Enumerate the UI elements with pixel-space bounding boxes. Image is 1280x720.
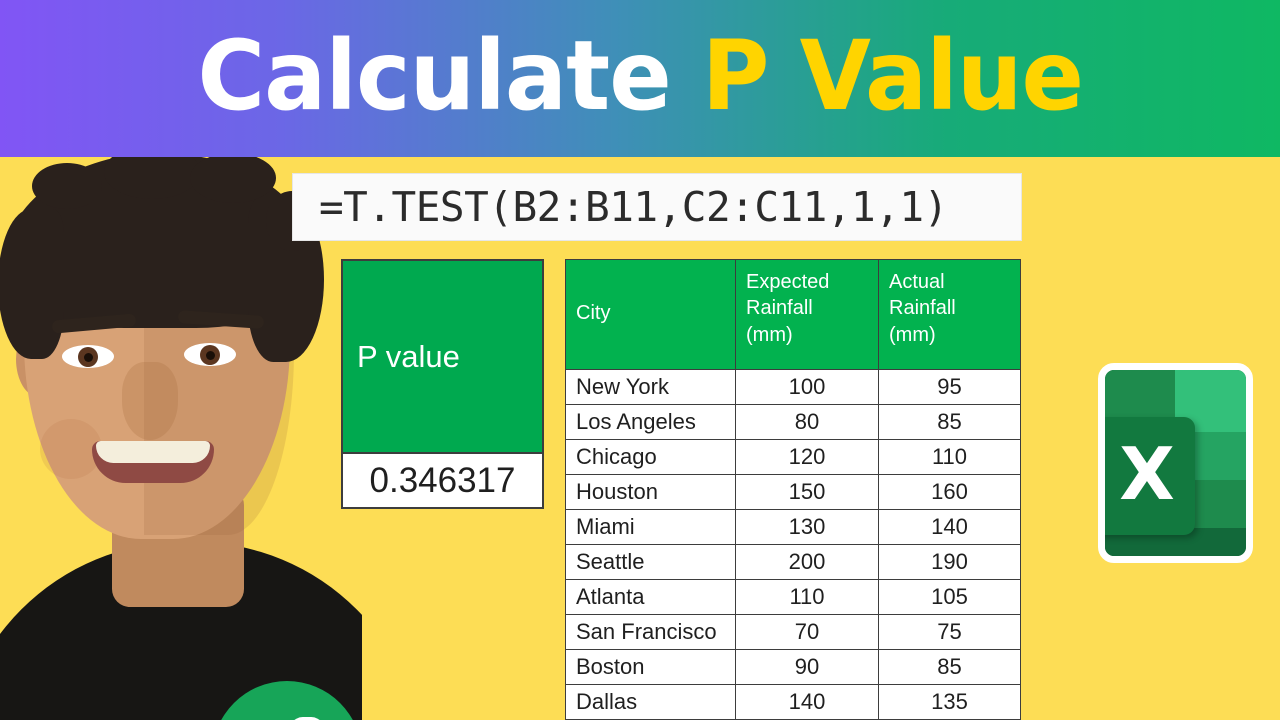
cell-expected[interactable]: 110 <box>735 579 879 615</box>
cell-expected[interactable]: 70 <box>735 614 879 650</box>
excel-x-letter: X <box>1119 432 1175 516</box>
p-value-card: P value 0.346317 <box>341 259 544 509</box>
cell-expected[interactable]: 130 <box>735 509 879 545</box>
column-header-actual-line-3: (mm) <box>889 323 936 346</box>
thumbnail-canvas: Calculate P Value =T.TEST(B2:B11,C2:C11,… <box>0 0 1280 720</box>
presenter-eye-left <box>62 345 114 368</box>
header-banner: Calculate P Value <box>0 0 1280 157</box>
cell-actual[interactable]: 105 <box>878 579 1021 615</box>
presenter-photo <box>0 157 362 720</box>
p-value-result: 0.346317 <box>369 460 516 500</box>
table-row[interactable]: Boston 90 85 <box>565 649 1021 685</box>
cell-expected[interactable]: 140 <box>735 684 879 720</box>
column-header-city-line-1: City <box>576 302 611 325</box>
cell-actual[interactable]: 75 <box>878 614 1021 650</box>
presenter-pupil <box>206 351 215 360</box>
excel-logo-frame: X <box>1098 363 1253 563</box>
presenter-mouth <box>92 441 214 483</box>
cell-expected[interactable]: 80 <box>735 404 879 440</box>
presenter-iris <box>78 347 98 367</box>
excel-x-tile: X <box>1105 417 1195 535</box>
rainfall-table: City Expected Rainfall (mm) Actual Rainf… <box>565 259 1021 720</box>
presenter-hair-left <box>0 209 64 359</box>
cell-city[interactable]: Dallas <box>565 684 736 720</box>
formula-input[interactable]: =T.TEST(B2:B11,C2:C11,1,1) <box>319 183 948 231</box>
presenter-hair-tuft <box>32 163 102 209</box>
table-row[interactable]: Los Angeles 80 85 <box>565 404 1021 440</box>
column-header-city[interactable]: City <box>565 259 736 370</box>
cell-city[interactable]: Atlanta <box>565 579 736 615</box>
p-value-label: P value <box>357 338 460 374</box>
page-title-main: Calculate <box>197 19 671 132</box>
table-row[interactable]: New York 100 95 <box>565 369 1021 405</box>
column-header-expected-line-2: Rainfall <box>746 297 813 320</box>
cell-city[interactable]: Los Angeles <box>565 404 736 440</box>
cell-expected[interactable]: 100 <box>735 369 879 405</box>
table-row[interactable]: Seattle 200 190 <box>565 544 1021 580</box>
table-row[interactable]: Chicago 120 110 <box>565 439 1021 475</box>
column-header-expected-line-1: Expected <box>746 271 830 293</box>
page-title-accent: P Value <box>701 19 1084 132</box>
table-row[interactable]: Dallas 140 135 <box>565 684 1021 720</box>
cell-city[interactable]: Seattle <box>565 544 736 580</box>
cell-actual[interactable]: 110 <box>878 439 1021 475</box>
formula-bar[interactable]: =T.TEST(B2:B11,C2:C11,1,1) <box>292 173 1022 241</box>
cell-expected[interactable]: 120 <box>735 439 879 475</box>
cell-city[interactable]: New York <box>565 369 736 405</box>
cell-city[interactable]: Houston <box>565 474 736 510</box>
page-title: Calculate P Value <box>197 28 1084 130</box>
cell-city[interactable]: Miami <box>565 509 736 545</box>
presenter-nose <box>122 362 178 440</box>
presenter-eye-right <box>184 343 236 366</box>
table-body: New York 100 95 Los Angeles 80 85 Chicag… <box>565 369 1021 720</box>
column-header-actual-line-2: Rainfall <box>889 297 956 320</box>
cell-actual[interactable]: 160 <box>878 474 1021 510</box>
presenter-iris <box>200 345 220 365</box>
table-row[interactable]: San Francisco 70 75 <box>565 614 1021 650</box>
column-header-actual-rainfall[interactable]: Actual Rainfall (mm) <box>878 259 1021 370</box>
cell-actual[interactable]: 190 <box>878 544 1021 580</box>
cell-expected[interactable]: 200 <box>735 544 879 580</box>
p-value-header-cell: P value <box>343 261 542 454</box>
table-row[interactable]: Houston 150 160 <box>565 474 1021 510</box>
cell-expected[interactable]: 90 <box>735 649 879 685</box>
column-header-expected-line-3: (mm) <box>746 323 793 346</box>
cell-city[interactable]: San Francisco <box>565 614 736 650</box>
cell-expected[interactable]: 150 <box>735 474 879 510</box>
cell-actual[interactable]: 135 <box>878 684 1021 720</box>
excel-logo-icon: X <box>1098 363 1253 563</box>
column-header-actual-line-1: Actual <box>889 271 945 293</box>
cell-city[interactable]: Chicago <box>565 439 736 475</box>
table-header-row: City Expected Rainfall (mm) Actual Rainf… <box>565 259 1021 370</box>
presenter-teeth <box>96 441 210 463</box>
column-header-expected-rainfall[interactable]: Expected Rainfall (mm) <box>735 259 879 370</box>
p-value-result-cell[interactable]: 0.346317 <box>343 454 542 507</box>
table-row[interactable]: Atlanta 110 105 <box>565 579 1021 615</box>
table-row[interactable]: Miami 130 140 <box>565 509 1021 545</box>
cell-actual[interactable]: 85 <box>878 649 1021 685</box>
cell-actual[interactable]: 95 <box>878 369 1021 405</box>
cell-city[interactable]: Boston <box>565 649 736 685</box>
cell-actual[interactable]: 85 <box>878 404 1021 440</box>
presenter-pupil <box>84 353 93 362</box>
cell-actual[interactable]: 140 <box>878 509 1021 545</box>
